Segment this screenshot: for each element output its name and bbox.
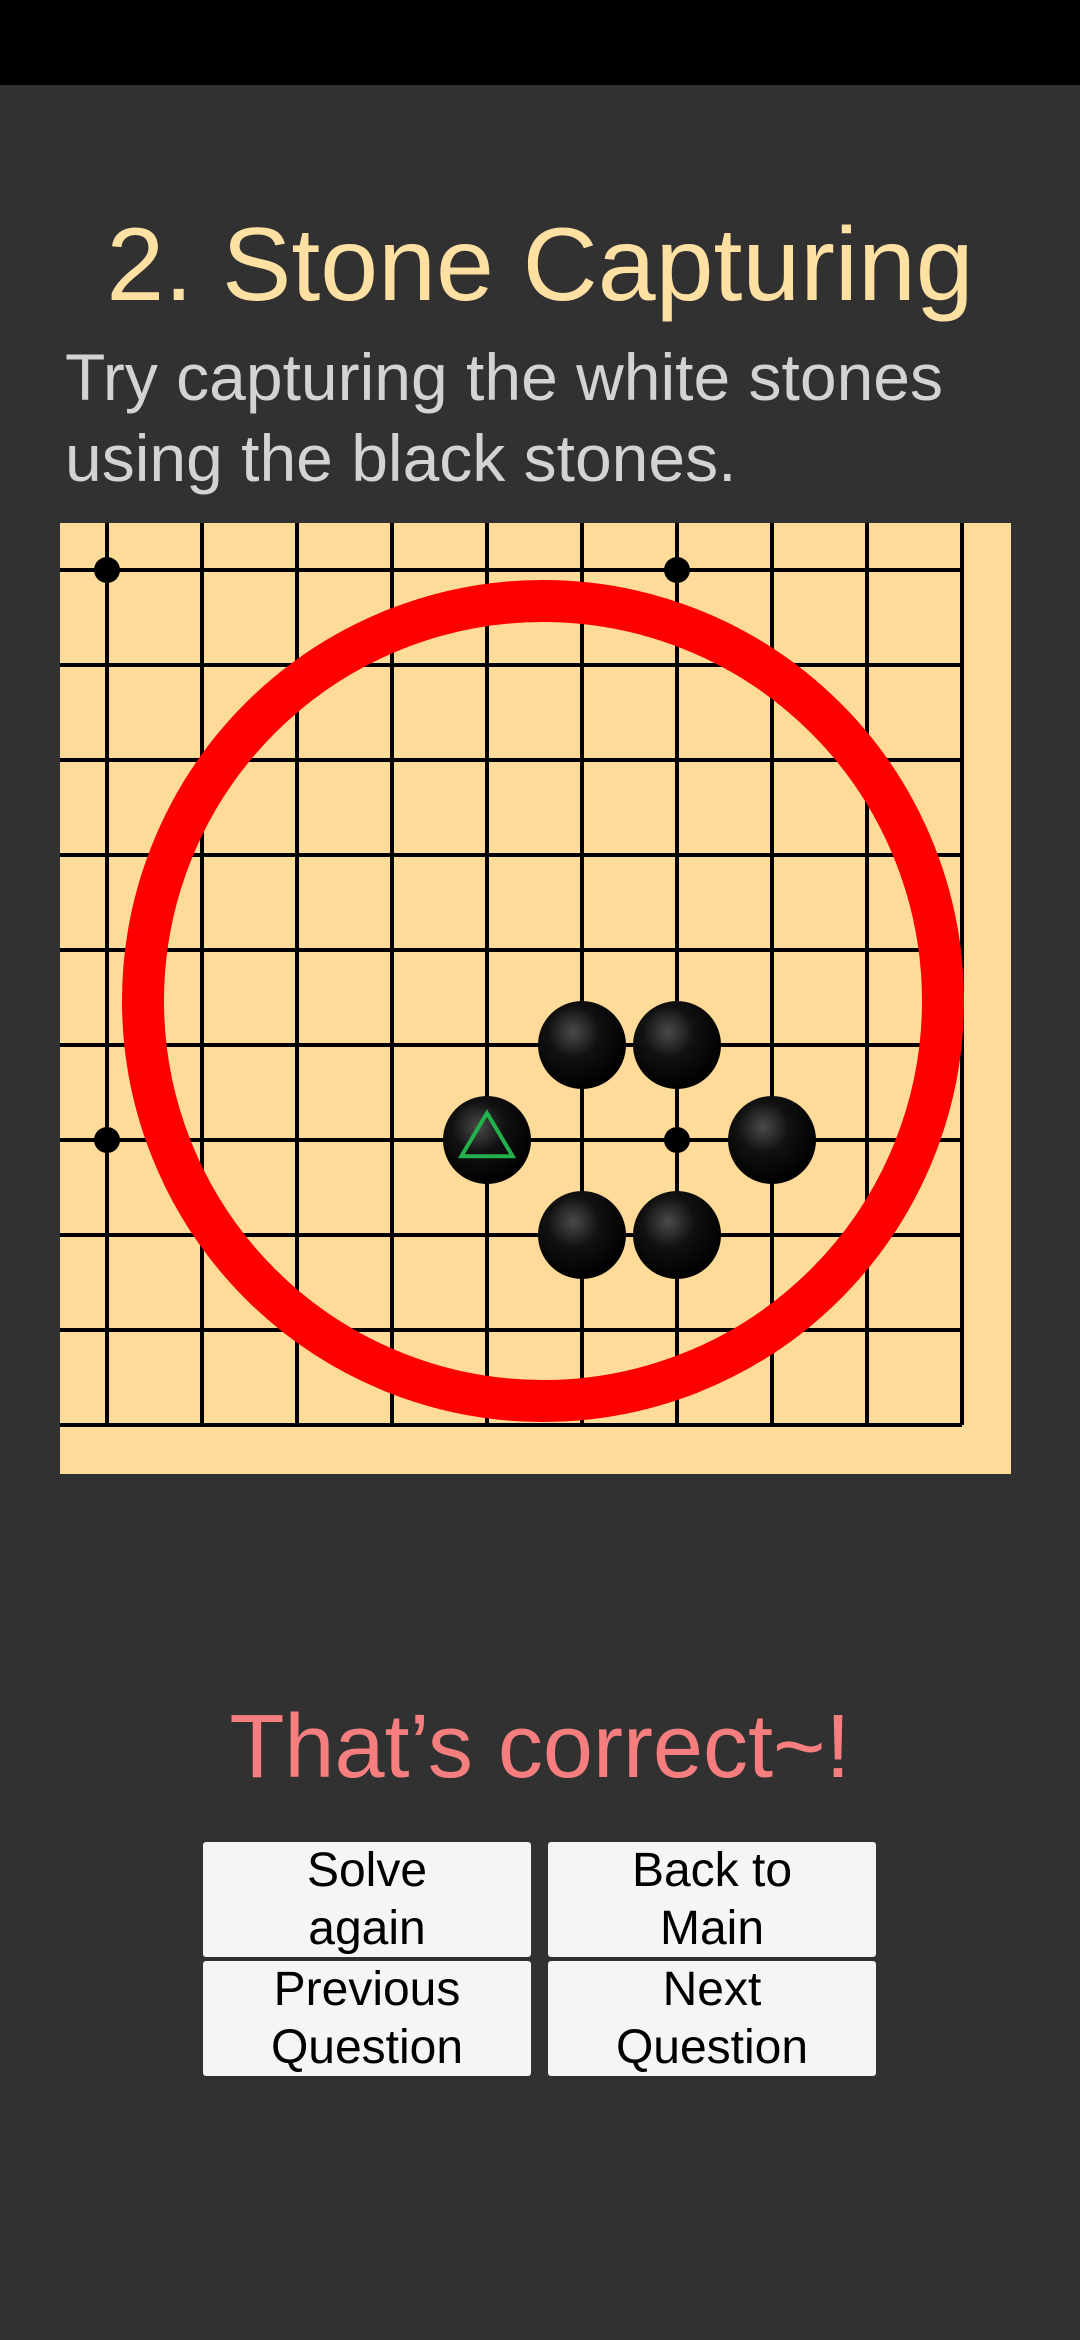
status-bar [0,0,1080,85]
back-to-main-button[interactable]: Back to Main [548,1842,876,1957]
go-board[interactable] [60,523,1011,1474]
black-stone[interactable] [633,1191,721,1279]
next-question-label: Next Question [615,1962,809,2074]
next-question-button[interactable]: Next Question [548,1961,876,2076]
previous-question-button[interactable]: Previous Question [203,1961,531,2076]
previous-question-label: Previous Question [270,1962,464,2074]
star-point [94,557,120,583]
star-point [664,1127,690,1153]
instruction-text: Try capturing the white stones using the… [65,340,943,495]
star-point [664,557,690,583]
black-stone[interactable] [538,1191,626,1279]
page-title: 2. Stone Capturing [106,207,974,323]
black-stone[interactable] [728,1096,816,1184]
black-stone[interactable] [538,1001,626,1089]
go-board-canvas[interactable] [60,523,1011,1474]
back-to-main-label: Back to Main [631,1843,793,1955]
star-point [94,1127,120,1153]
result-message: That’s correct~! [229,1697,851,1797]
black-stone[interactable] [633,1001,721,1089]
solve-again-label: Solve again [306,1843,428,1955]
solve-again-button[interactable]: Solve again [203,1842,531,1957]
